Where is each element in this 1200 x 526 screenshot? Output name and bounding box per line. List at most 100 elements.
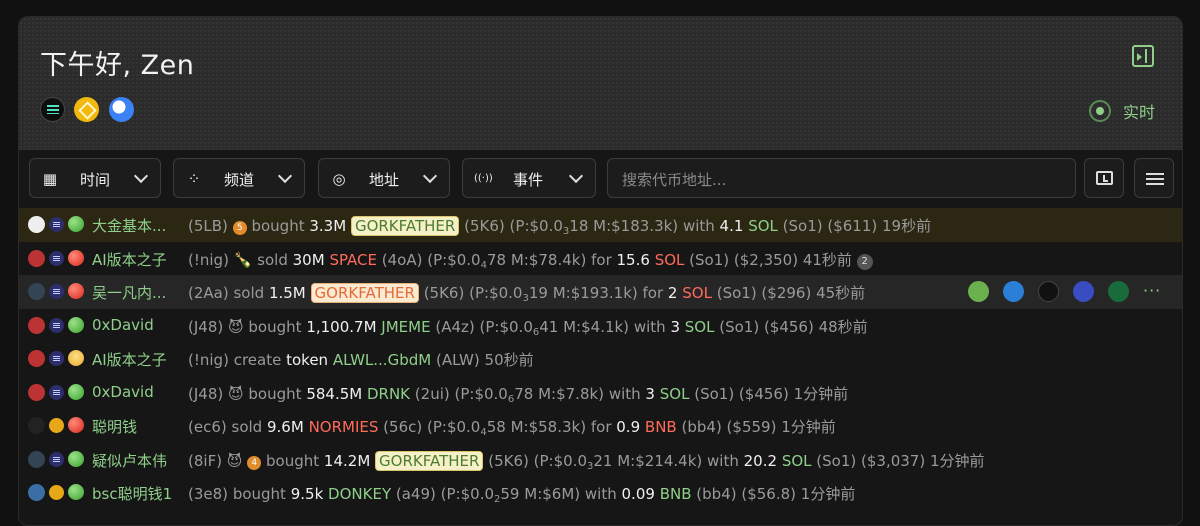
more-icon[interactable]: ··· (1143, 281, 1161, 302)
solana-icon (49, 384, 64, 400)
chevron-down-icon (277, 168, 293, 184)
avatar (28, 316, 45, 334)
wallet-name[interactable]: 聪明钱 (92, 416, 137, 437)
event-text: (J48) 😈 bought 1,100.7M JMEME (A4z) (P:$… (188, 317, 868, 338)
token-label[interactable]: DRNK (367, 385, 410, 403)
feed-row[interactable]: 疑似卢本伟 (8iF) 😈 4 bought 14.2M GORKFATHER … (19, 443, 1182, 477)
token-label[interactable]: JMEME (381, 318, 430, 336)
status-dot-red (68, 249, 84, 266)
wallet-name[interactable]: bsc聪明钱1 (92, 483, 172, 504)
solana-icon (49, 451, 64, 467)
token-badge[interactable]: GORKFATHER (375, 450, 484, 471)
filter-address[interactable]: ◎ 地址 (318, 158, 450, 198)
avatar (28, 383, 45, 401)
wallet-name[interactable]: 0xDavid (92, 383, 154, 401)
row-actions: ··· (968, 281, 1161, 302)
swallow-icon[interactable] (1073, 281, 1094, 302)
filter-event[interactable]: ((·)) 事件 (462, 158, 596, 198)
chick-icon (68, 350, 84, 366)
avatar (28, 484, 45, 501)
feed-row[interactable]: 吴一凡内... (2Aa) sold 1.5M GORKFATHER (5K6)… (19, 275, 1182, 309)
filter-channel[interactable]: ⁘ 频道 (173, 158, 305, 198)
delta-icon[interactable] (1003, 281, 1024, 302)
calendar-icon: ▦ (42, 170, 58, 188)
event-text: (3e8) bought 9.5k DONKEY (a49) (P:$0.025… (188, 485, 856, 505)
solana-icon (49, 284, 64, 299)
filter-time[interactable]: ▦ 时间 (29, 158, 161, 198)
status-dot-green (68, 383, 84, 400)
token-label[interactable]: DONKEY (328, 485, 391, 503)
solana-icon (49, 351, 64, 366)
avatar (28, 216, 45, 233)
settings-button[interactable] (1134, 158, 1174, 198)
frog-icon[interactable] (968, 281, 989, 302)
sidebar-toggle-icon[interactable] (1132, 45, 1154, 67)
chevron-down-icon (568, 168, 584, 184)
status-dot-red (68, 283, 84, 299)
event-text: (!nig) create token ALWL...GbdM (ALW) 50… (188, 351, 534, 369)
feed-row[interactable]: 大金基本... (5LB) 5 bought 3.3M GORKFATHER (… (19, 208, 1182, 242)
bnb-icon (49, 418, 64, 433)
filter-channel-label: 频道 (224, 171, 255, 189)
status-dot-green (68, 316, 84, 333)
dashboard-panel: 下午好, Zen 实时 ▦ 时间 ⁘ 频道 ◎ 地址 ((·)) 事件 搜索代币… (18, 16, 1183, 526)
filter-event-label: 事件 (513, 171, 544, 189)
wallet-name[interactable]: AI版本之子 (92, 349, 167, 370)
grid-icon: ⁘ (187, 170, 201, 188)
page-title: 下午好, Zen (40, 50, 195, 81)
realtime-toggle[interactable]: 实时 (1089, 99, 1155, 123)
event-text: (ec6) sold 9.6M NORMIES (56c) (P:$0.0458… (188, 418, 836, 438)
avatar (28, 417, 45, 434)
event-text: (8iF) 😈 4 bought 14.2M GORKFATHER (5K6) … (188, 450, 985, 472)
wallet-name[interactable]: 大金基本... (92, 215, 166, 236)
triangle-icon[interactable] (1038, 281, 1059, 302)
broadcast-icon: ((·)) (474, 173, 493, 184)
status-dot-green (68, 216, 84, 232)
feed-row[interactable]: AI版本之子 (!nig) 🍾 sold 30M SPACE (4oA) (P:… (19, 242, 1182, 276)
feed-row[interactable]: 聪明钱 (ec6) sold 9.6M NORMIES (56c) (P:$0.… (19, 409, 1182, 443)
bnb-icon[interactable] (74, 97, 99, 122)
wallet-name[interactable]: 疑似卢本伟 (92, 450, 167, 471)
token-badge[interactable]: GORKFATHER (310, 283, 419, 303)
event-feed: 大金基本... (5LB) 5 bought 3.3M GORKFATHER (… (19, 208, 1182, 510)
bnb-icon (49, 485, 64, 500)
wallet-name[interactable]: 0xDavid (92, 316, 154, 334)
chevron-down-icon (422, 168, 438, 184)
token-badge[interactable]: GORKFATHER (350, 216, 460, 236)
base-icon[interactable] (109, 97, 134, 122)
filter-address-label: 地址 (369, 171, 400, 189)
wallet-name[interactable]: AI版本之子 (92, 249, 167, 270)
realtime-label: 实时 (1123, 103, 1156, 122)
event-text: (5LB) 5 bought 3.3M GORKFATHER (5K6) (P:… (188, 216, 932, 237)
avatar (28, 350, 45, 367)
header: 下午好, Zen 实时 (19, 17, 1182, 150)
solana-icon (49, 317, 64, 333)
feed-row[interactable]: AI版本之子 (!nig) create token ALWL...GbdM (… (19, 342, 1182, 376)
folder-button[interactable] (1084, 158, 1124, 198)
status-dot-green (68, 450, 84, 467)
event-text: (!nig) 🍾 sold 30M SPACE (4oA) (P:$0.0478… (188, 249, 873, 271)
sliders-icon (1146, 170, 1164, 188)
status-dot-red (68, 417, 84, 433)
count-badge: 2 (856, 253, 873, 270)
toolbar: ▦ 时间 ⁘ 频道 ◎ 地址 ((·)) 事件 搜索代币地址... (19, 158, 1182, 200)
feed-row[interactable]: 0xDavid (J48) 😈 bought 584.5M DRNK (2ui)… (19, 376, 1182, 410)
event-text: (J48) 😈 bought 584.5M DRNK (2ui) (P:$0.0… (188, 384, 849, 405)
chevron-down-icon (133, 168, 149, 184)
folder-icon (1096, 171, 1113, 185)
feed-row[interactable]: 0xDavid (J48) 😈 bought 1,100.7M JMEME (A… (19, 309, 1182, 343)
solana-icon (49, 250, 64, 266)
search-input[interactable]: 搜索代币地址... (607, 158, 1076, 198)
avatar (28, 450, 45, 468)
avatar (28, 249, 45, 267)
token-label[interactable]: NORMIES (309, 418, 379, 436)
feed-row[interactable]: bsc聪明钱1 (3e8) bought 9.5k DONKEY (a49) (… (19, 476, 1182, 510)
status-dot-green (68, 484, 84, 500)
event-text: (2Aa) sold 1.5M GORKFATHER (5K6) (P:$0.0… (188, 283, 866, 304)
token-label[interactable]: SPACE (329, 251, 377, 269)
token-label[interactable]: ALWL...GbdM (333, 351, 431, 369)
filter-time-label: 时间 (80, 171, 111, 189)
wallet-name[interactable]: 吴一凡内... (92, 282, 166, 303)
solana-icon[interactable] (40, 97, 65, 122)
bull-icon[interactable] (1108, 281, 1129, 302)
